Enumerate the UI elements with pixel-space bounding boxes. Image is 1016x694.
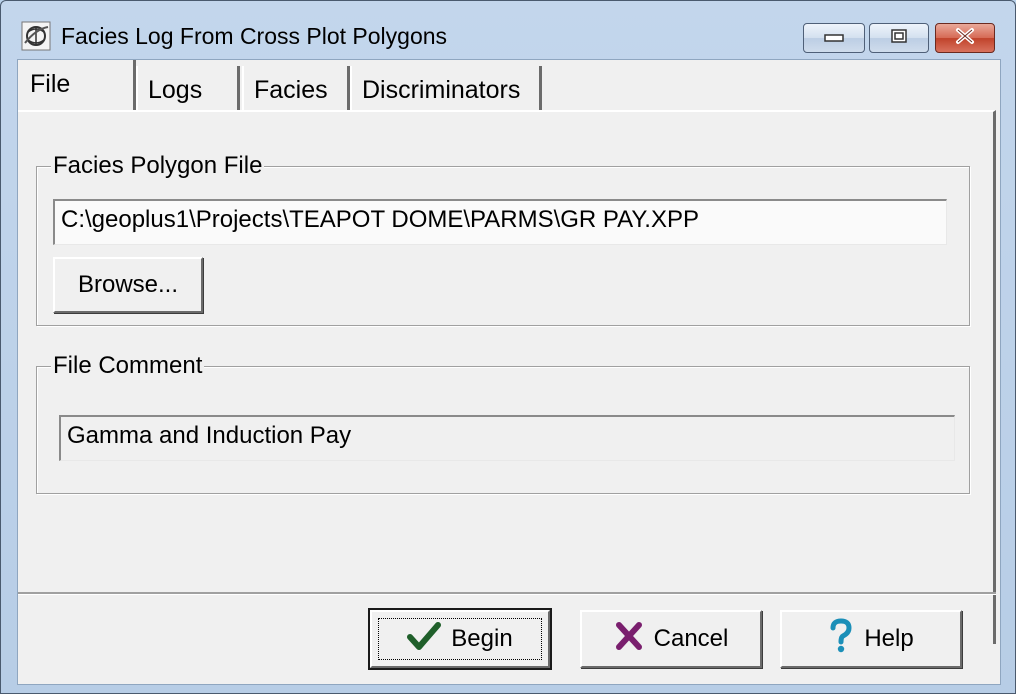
tab-logs[interactable]: Logs xyxy=(136,66,240,112)
polygon-file-path-field[interactable]: C:\geoplus1\Projects\TEAPOT DOME\PARMS\G… xyxy=(53,199,947,245)
tab-panel-file: Facies Polygon File C:\geoplus1\Projects… xyxy=(18,110,996,644)
tab-file[interactable]: File xyxy=(20,60,136,112)
maximize-button[interactable] xyxy=(869,23,929,53)
cancel-button-label: Cancel xyxy=(653,625,729,652)
geoplus-globe-icon[interactable] xyxy=(21,21,51,51)
tab-label: Logs xyxy=(148,76,203,104)
dialog-window: Facies Log From Cross Plot Polygons File… xyxy=(0,0,1016,694)
group-label: File Comment xyxy=(51,352,205,380)
title-bar[interactable]: Facies Log From Cross Plot Polygons xyxy=(1,1,1015,59)
help-button-label: Help xyxy=(864,625,914,652)
x-icon xyxy=(614,621,644,658)
footer-separator xyxy=(18,592,996,595)
minimize-icon xyxy=(823,29,845,47)
tab-label: File xyxy=(30,70,71,98)
help-button[interactable]: Help xyxy=(780,610,962,668)
begin-button[interactable]: Begin xyxy=(368,608,552,670)
browse-button-label: Browse... xyxy=(77,271,179,298)
facies-polygon-file-group: Facies Polygon File C:\geoplus1\Projects… xyxy=(36,152,970,326)
focus-rectangle xyxy=(378,618,542,660)
close-icon xyxy=(954,27,976,50)
question-mark-icon xyxy=(828,617,854,661)
cancel-button[interactable]: Cancel xyxy=(580,610,762,668)
tab-discriminators[interactable]: Discriminators xyxy=(350,66,542,112)
tab-facies[interactable]: Facies xyxy=(242,66,350,112)
file-comment-field[interactable]: Gamma and Induction Pay xyxy=(59,415,955,461)
close-button[interactable] xyxy=(935,23,995,53)
group-label: Facies Polygon File xyxy=(51,152,265,180)
maximize-icon xyxy=(889,28,909,49)
tab-label: Facies xyxy=(254,76,328,104)
browse-button[interactable]: Browse... xyxy=(53,257,203,313)
tab-label: Discriminators xyxy=(362,76,521,104)
file-comment-group: File Comment Gamma and Induction Pay xyxy=(36,352,970,494)
minimize-button[interactable] xyxy=(803,23,865,53)
window-title: Facies Log From Cross Plot Polygons xyxy=(61,23,448,49)
dialog-client-area: File Logs Facies Discriminators Facies P… xyxy=(17,59,1001,685)
